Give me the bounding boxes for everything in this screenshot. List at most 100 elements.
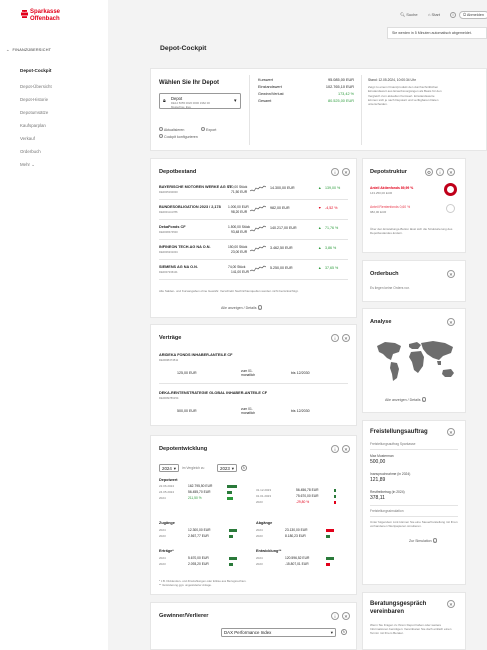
info-icon[interactable]: i	[450, 11, 456, 18]
holding-change: 139,00 %	[325, 186, 341, 190]
holding-isin: DE0007236101	[159, 271, 178, 274]
logo-line1: Sparkasse	[30, 9, 61, 15]
refresh-icon[interactable]: ↻	[341, 629, 347, 635]
logout-notice: Sie werden in 5 Minuten automatisch abge…	[387, 27, 487, 39]
info-button[interactable]: i	[331, 334, 339, 342]
year-a-select[interactable]: 2024 ▾	[159, 464, 179, 472]
holding-name[interactable]: BUNDESOBLIGATION 2023 / 2,178	[159, 205, 221, 209]
info-button[interactable]: i	[331, 168, 339, 176]
close-button[interactable]: ✕	[342, 612, 350, 620]
ertraege-bar	[229, 562, 233, 566]
start-label: Start	[431, 12, 440, 17]
year-b-select[interactable]: 2023 ▾	[217, 464, 237, 472]
sim-link[interactable]: Zur Simulation ›	[409, 538, 438, 543]
holding-name[interactable]: INFINEON TECH.AG NA O.N.	[159, 245, 211, 249]
max-label: Max Musterman	[370, 454, 394, 458]
used-label: Inanspruchnahme (in 2024)	[370, 472, 411, 476]
export-label: Export	[206, 128, 217, 132]
close-button[interactable]: ✕	[447, 600, 455, 608]
summary-label-gewinn: Gewinn/Verlust	[258, 92, 284, 96]
sidebar-item-kaufsparplan[interactable]: Kaufsparplan	[20, 123, 46, 128]
holding-name[interactable]: BAYERISCHE MOTOREN WERKE AG ST	[159, 185, 232, 189]
sidebar-item-verkauf[interactable]: Verkauf	[20, 136, 35, 141]
vertraege-card: Verträge i ✕ ARIDEKA FONDS INHABER-ANTEI…	[150, 324, 357, 426]
abgaenge-label: Abgänge	[256, 521, 273, 525]
holding-value: 3.462,50 EUR	[270, 246, 293, 250]
close-button[interactable]: ✕	[447, 270, 455, 278]
abgaenge-year: 2024	[256, 528, 263, 532]
configure-button[interactable]: Cockpit konfigurieren	[159, 134, 198, 139]
info-button[interactable]: i	[436, 168, 444, 176]
analyse-title: Analyse	[370, 319, 392, 325]
search-icon: 🔍︎	[400, 12, 406, 17]
depotstruktur-title: Depotstruktur	[370, 169, 407, 175]
compare-label: im Vergleich zu	[182, 466, 205, 470]
sidebar-item-depot-cockpit[interactable]: Depot-Cockpit	[20, 68, 51, 73]
gear-icon[interactable]: ⚙	[425, 168, 433, 176]
ertraege-bar	[229, 556, 237, 560]
depotwert-bar	[334, 488, 336, 492]
sparkasse-logo[interactable]: Sparkasse Offenbach	[21, 9, 81, 27]
close-button[interactable]: ✕	[447, 168, 455, 176]
arrow-down-icon: ▼	[318, 206, 322, 210]
orderbuch-card: Orderbuch ✕ Es liegen keine Orders vor.	[362, 260, 466, 302]
refresh-icon[interactable]: ↻	[241, 465, 247, 471]
export-button[interactable]: Export	[201, 127, 216, 132]
close-button[interactable]: ✕	[342, 168, 350, 176]
logout-button[interactable]: ⏻ Abmelden	[459, 10, 487, 19]
struktur-item-label: Anteil Rentenfonds 0,60 %	[370, 205, 411, 209]
start-button[interactable]: ⌂ Start	[428, 12, 440, 17]
struktur-donut-active[interactable]	[444, 183, 457, 196]
holding-price: 71,50 EUR	[231, 189, 248, 194]
sim-text: Unter folgendem Link können Sie eine Ste…	[370, 520, 458, 529]
divider	[370, 449, 458, 450]
abgaenge-bar	[326, 528, 334, 532]
depotwert-bar	[334, 500, 336, 504]
sidebar-item-depot-uebersicht[interactable]: Depot-Übersicht	[20, 84, 52, 89]
struktur-donut-inactive[interactable]	[446, 204, 455, 213]
contract-until: bis 12/2030	[291, 371, 310, 375]
sidebar-item-mehr[interactable]: Mehr ⌄	[20, 162, 35, 168]
sidebar-item-depot-historie[interactable]: Depot-Historie	[20, 97, 48, 102]
abgaenge-year: 2023	[256, 534, 263, 538]
ertraege-value: 5.670,00 EUR	[188, 556, 209, 560]
holding-change: 3,86 %	[325, 246, 337, 250]
analyse-link-label: Alle anzeigen / Details	[385, 398, 421, 402]
close-button[interactable]: ✕	[447, 428, 455, 436]
close-button[interactable]: ✕	[447, 318, 455, 326]
entwicklung-label: Entwicklung**	[256, 549, 282, 553]
depot-select[interactable]: 🔒︎ Depot DE12 5055 0020 0000 1962 00 Mus…	[159, 93, 241, 109]
depotbestand-details-link[interactable]: Alle anzeigen / Details ›	[221, 305, 263, 310]
freistellung-type: Freistellungsauftrag Sparkasse	[370, 442, 416, 446]
contract-isin: DE0008474511	[159, 358, 179, 362]
close-button[interactable]: ✕	[342, 334, 350, 342]
sidebar-item-orderbuch[interactable]: Orderbuch	[20, 149, 41, 154]
refresh-label: Aktualisieren	[163, 128, 185, 132]
analyse-details-link[interactable]: Alle anzeigen / Details ›	[385, 397, 427, 402]
entwicklung-title: Depotentwicklung	[159, 446, 208, 452]
depotentwicklung-card: Depotentwicklung i ✕ 2024 ▾ im Vergleich …	[150, 435, 357, 595]
back-link[interactable]: ← FINANZÜBERSICHT	[6, 48, 51, 52]
chevron-down-icon: ▾	[231, 466, 234, 471]
refresh-button[interactable]: Aktualisieren	[159, 127, 184, 132]
used-value: 121,89	[370, 477, 386, 483]
depotbestand-title: Depotbestand	[159, 169, 197, 175]
gear-icon	[159, 134, 163, 138]
holding-name[interactable]: DekaFonds CF	[159, 225, 186, 229]
holding-name[interactable]: SIEMENS AG NA O.N.	[159, 265, 198, 269]
rest-value: 378,11	[370, 495, 385, 501]
page-title: Depot-Cockpit	[160, 45, 207, 52]
chevron-down-icon: ⌄	[31, 162, 35, 167]
info-button[interactable]: i	[331, 612, 339, 620]
close-button[interactable]: ✕	[342, 445, 350, 453]
holding-value: 14.300,00 EUR	[270, 186, 295, 190]
summary-value-gesamt: 80.525,00 EUR	[328, 99, 354, 103]
info-button[interactable]: i	[331, 445, 339, 453]
summary-value-einstand: 102.765,10 EUR	[325, 85, 354, 89]
search-button[interactable]: 🔍︎ Suche	[400, 12, 418, 17]
holding-change: -4,52 %	[325, 206, 338, 210]
index-select[interactable]: DAX Performance Index ▾	[221, 628, 336, 637]
depotstruktur-card: Depotstruktur ⚙ i ✕ Anteil Aktienfonds 8…	[362, 158, 466, 253]
logout-label: Abmelden	[466, 12, 484, 17]
sidebar-item-depotumsaetze[interactable]: Depotumsätze	[20, 110, 48, 115]
